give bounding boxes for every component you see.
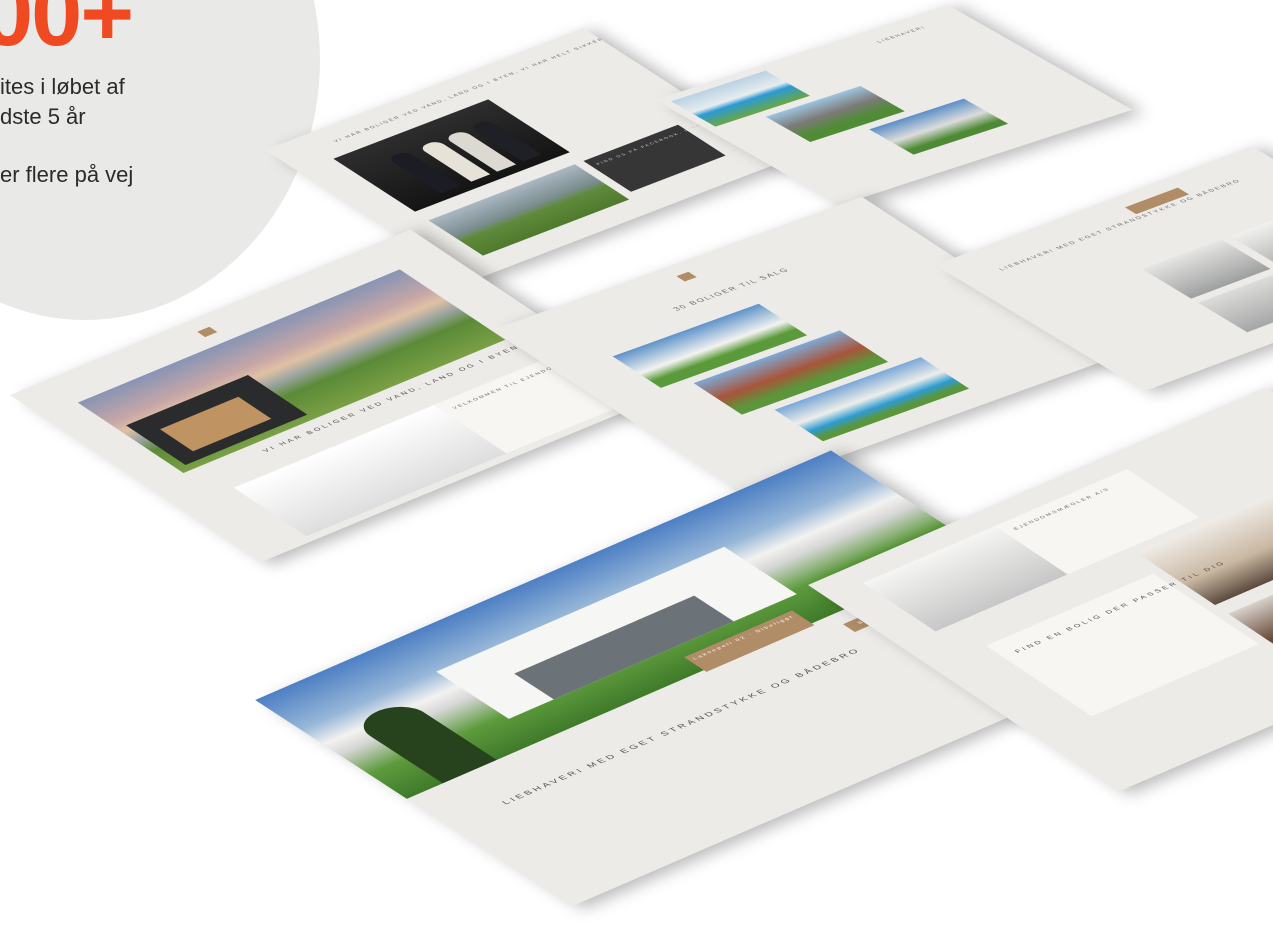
callout-line-1: ites i løbet af	[0, 74, 125, 99]
listing-top-label: Liebhaveri	[876, 25, 928, 44]
callout-line-3: er flere på vej	[0, 162, 134, 187]
logo-icon	[676, 271, 697, 282]
callout-number: 00+	[0, 0, 134, 65]
social-box: Find os på Facebook, LinkedIn og Instagr…	[583, 95, 777, 192]
logo-icon	[197, 326, 218, 338]
mockup-stage: 00+ ites i løbet af dste 5 år er flere p…	[0, 0, 1273, 935]
office-title: Ejendomsmægler A/S	[1013, 487, 1112, 531]
callout-line-2: dste 5 år	[0, 104, 86, 129]
mockup-team-page: Vi har boliger ved vand, land og i byen,…	[265, 27, 788, 283]
